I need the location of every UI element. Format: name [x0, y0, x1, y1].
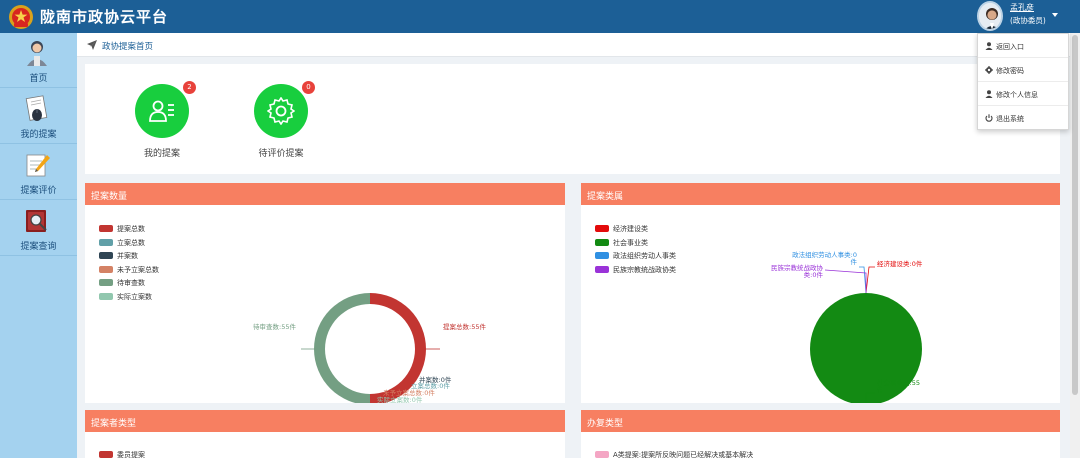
- sidebar-item-my-proposals[interactable]: 我的提案: [0, 89, 77, 144]
- pie-slice[interactable]: [314, 293, 370, 403]
- document-mouse-icon: [25, 95, 48, 121]
- cppcc-emblem-icon: [9, 5, 33, 29]
- sidebar-item-home[interactable]: 首页: [0, 33, 77, 88]
- menu-item-edit-profile[interactable]: 修改个人信息: [978, 82, 1068, 106]
- card-header: 提案类属: [581, 183, 1060, 205]
- data-label: 民族宗教统战政协类:0件: [771, 264, 823, 279]
- menu-item-logout[interactable]: 退出系统: [978, 106, 1068, 130]
- quick-link-my-proposals[interactable]: 2 我的提案: [117, 64, 207, 174]
- menu-item-return-entry[interactable]: 返回入口: [978, 34, 1068, 58]
- data-label: 实际立案数:0件: [377, 396, 423, 404]
- menu-item-label: 退出系统: [996, 115, 1024, 123]
- sidebar-item-proposal-search[interactable]: 提案查询: [0, 201, 77, 256]
- breadcrumb-current[interactable]: 政协提案首页: [102, 40, 153, 52]
- legend-swatch: [595, 451, 609, 458]
- app-title: 陇南市政协云平台: [40, 8, 169, 26]
- badge-count: 2: [183, 81, 196, 94]
- user-icon: [985, 90, 993, 98]
- user-role: (政协委员): [1010, 16, 1046, 25]
- quick-links-panel: 2 我的提案 0 待评价提案: [85, 64, 1060, 174]
- label-leader-line: [859, 266, 867, 294]
- user-list-icon: [149, 100, 174, 122]
- power-icon: [985, 114, 993, 122]
- card-title: 提案类属: [587, 192, 624, 202]
- menu-item-label: 修改个人信息: [996, 91, 1038, 99]
- breadcrumb: 政协提案首页: [77, 33, 1070, 57]
- sidebar-item-label: 我的提案: [20, 130, 57, 140]
- sidebar: 首页 我的提案 提案评价 提案查询: [0, 33, 77, 458]
- label-leader-line: [865, 266, 875, 294]
- paper-plane-icon: [87, 40, 97, 50]
- card-header: 提案数量: [85, 183, 565, 205]
- menu-item-label: 返回入口: [996, 43, 1024, 51]
- data-label: 并案数:0件: [419, 376, 452, 384]
- my-proposals-button[interactable]: [135, 84, 189, 138]
- quick-link-pending-evaluation[interactable]: 0 待评价提案: [236, 64, 326, 174]
- legend-label: 委员提案: [117, 451, 145, 458]
- notepad-pencil-icon: [26, 154, 50, 177]
- card-title: 提案者类型: [91, 419, 137, 429]
- user-avatar[interactable]: [977, 1, 1003, 31]
- page-scrollbar[interactable]: [1070, 33, 1080, 458]
- data-label: 社会事业类:55件: [877, 379, 920, 394]
- sidebar-item-label: 提案查询: [20, 242, 57, 252]
- sidebar-item-label: 提案评价: [20, 186, 57, 196]
- sidebar-item-proposal-evaluation[interactable]: 提案评价: [0, 145, 77, 200]
- legend-label: A类提案:提案所反映问题已经解决或基本解决: [613, 451, 754, 458]
- user-home-icon: [27, 41, 47, 66]
- data-label: 待审查数:55件: [253, 323, 296, 331]
- menu-item-change-password[interactable]: 修改密码: [978, 58, 1068, 82]
- scrollbar-thumb[interactable]: [1072, 35, 1078, 395]
- quick-link-label: 待评价提案: [258, 149, 304, 159]
- badge-count: 0: [302, 81, 315, 94]
- gear-icon: [985, 66, 993, 74]
- card-proposal-category: 提案类属 经济建设类 社会事业类 政法组织劳动人事类 民族宗教统战政协类 经济建设类:…: [581, 183, 1060, 403]
- card-title: 办复类型: [587, 419, 624, 429]
- pending-evaluation-button[interactable]: [254, 84, 308, 138]
- menu-item-label: 修改密码: [996, 67, 1024, 75]
- legend-swatch: [99, 451, 113, 458]
- proposal-category-pie-chart: [810, 266, 922, 403]
- user-name[interactable]: 孟孔彦: [1010, 2, 1034, 13]
- user-icon: [985, 42, 993, 50]
- chevron-down-icon[interactable]: [1052, 13, 1058, 17]
- card-title: 提案数量: [91, 192, 128, 202]
- card-header: 办复类型: [581, 410, 1060, 432]
- data-label: 提案总数:55件: [443, 323, 486, 331]
- gear-icon: [267, 97, 295, 125]
- book-search-icon: [26, 210, 47, 232]
- card-handling-type: 办复类型 A类提案:提案所反映问题已经解决或基本解决: [581, 410, 1060, 458]
- top-header: 陇南市政协云平台 孟孔彦 (政协委员): [0, 0, 1080, 33]
- user-photo-icon: [979, 3, 1001, 29]
- user-dropdown-menu: 返回入口 修改密码 修改个人信息 退出系统: [977, 33, 1069, 130]
- proposal-count-donut-chart: [301, 293, 440, 403]
- data-label: 经济建设类:0件: [877, 260, 923, 268]
- label-leader-line: [824, 269, 867, 293]
- card-header: 提案者类型: [85, 410, 565, 432]
- sidebar-item-label: 首页: [29, 74, 48, 84]
- card-proposal-count: 提案数量 提案总数 立案总数 并案数 未予立案总数 待审查数 实际立案数 提案总数:55件…: [85, 183, 565, 404]
- quick-link-label: 我的提案: [143, 149, 180, 159]
- card-proposer-type: 提案者类型 委员提案: [85, 410, 565, 458]
